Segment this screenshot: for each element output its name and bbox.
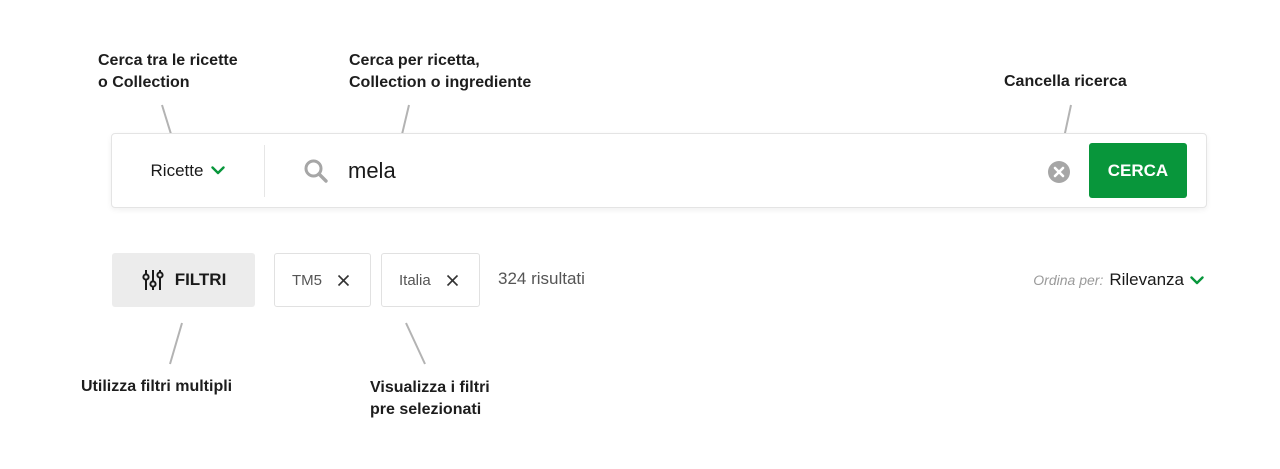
search-icon (304, 159, 328, 183)
filter-chip-label: TM5 (292, 271, 322, 289)
sort-label: Ordina per: (1033, 272, 1104, 288)
close-icon[interactable] (446, 274, 459, 287)
results-count: 324 risultati (498, 269, 585, 288)
search-scope-dropdown[interactable]: Ricette (112, 134, 264, 207)
search-divider (264, 145, 265, 197)
leader-line-chips (405, 322, 426, 365)
filter-chip-italia: Italia (381, 253, 480, 307)
search-submit-button[interactable]: CERCA (1089, 143, 1187, 198)
sliders-icon (142, 270, 164, 290)
search-bar: Ricette CERCA (111, 133, 1207, 208)
sort-control[interactable]: Ordina per: Rilevanza (1033, 270, 1204, 290)
filters-button[interactable]: FILTRI (112, 253, 255, 307)
clear-circle-icon[interactable] (1047, 160, 1071, 184)
search-input[interactable] (348, 152, 1038, 190)
sort-value: Rilevanza (1109, 270, 1184, 289)
close-icon[interactable] (337, 274, 350, 287)
chevron-down-icon (211, 166, 226, 175)
search-scope-label: Ricette (150, 160, 204, 180)
annotation-leader-lines (161, 104, 1072, 365)
filters-button-label: FILTRI (174, 270, 227, 289)
chevron-down-icon (1190, 275, 1204, 284)
filter-chip-tm5: TM5 (274, 253, 371, 307)
filter-chip-label: Italia (399, 271, 431, 289)
leader-line-filters (169, 322, 183, 365)
